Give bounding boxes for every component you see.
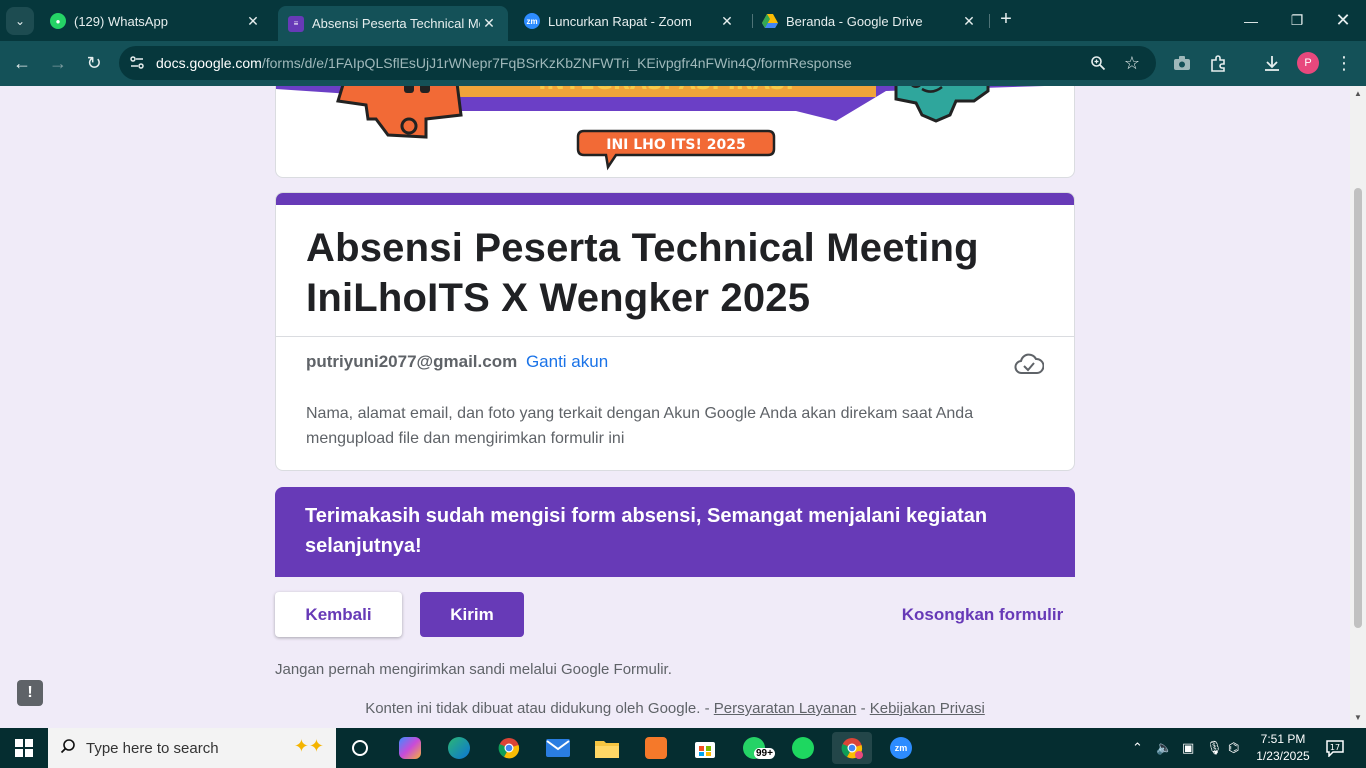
clock-date: 1/23/2025 <box>1256 749 1310 763</box>
tab-title: (129) WhatsApp <box>74 13 168 29</box>
copilot-icon[interactable] <box>390 732 430 764</box>
tab-drive[interactable]: Beranda - Google Drive ✕ <box>752 6 988 36</box>
microphone-icon[interactable]: 🎙 <box>1206 728 1223 768</box>
file-explorer-icon[interactable] <box>587 732 627 764</box>
tab-search-button[interactable]: ⌄ <box>6 6 34 35</box>
extensions-icon[interactable] <box>1206 51 1230 75</box>
close-tab-icon[interactable]: ✕ <box>960 13 978 30</box>
scrollbar-thumb[interactable] <box>1354 188 1362 628</box>
forward-arrow-icon[interactable]: → <box>44 49 72 77</box>
footer-disclaimer: Konten ini tidak dibuat atau didukung ol… <box>365 700 710 717</box>
footer: Konten ini tidak dibuat atau didukung ol… <box>0 700 1350 717</box>
banner-illustration: INTEGRASI ASPIRASI INI LHO ITS! 2025 <box>276 86 1045 171</box>
password-warning: Jangan pernah mengirimkan sandi melalui … <box>275 661 672 678</box>
browser-toolbar: ← → ↻ docs.google.com/forms/d/e/1FAIpQLS… <box>0 41 1366 86</box>
camera-icon[interactable] <box>1170 51 1194 75</box>
url-text[interactable]: docs.google.com/forms/d/e/1FAIpQLSflEsUj… <box>156 55 852 71</box>
close-window-icon[interactable]: ✕ <box>1320 0 1366 41</box>
svg-text:17: 17 <box>1330 743 1340 752</box>
url-path: /forms/d/e/1FAIpQLSflEsUjJ1rWNepr7FqBSrK… <box>261 55 852 71</box>
form-title: Absensi Peserta Technical Meeting IniLho… <box>306 226 979 320</box>
windows-taskbar: Type here to search ✦✦ 99+ zm ⌃ 🔈 ▣ 🎙 ⌬ <box>0 728 1366 768</box>
cloud-saved-icon <box>1014 353 1045 377</box>
taskbar-search[interactable]: Type here to search ✦✦ <box>48 728 336 768</box>
tab-separator <box>989 14 990 28</box>
clock-time: 7:51 PM <box>1260 732 1306 746</box>
zoom-lens-icon[interactable] <box>1087 52 1109 74</box>
minimize-icon[interactable]: — <box>1228 0 1274 41</box>
switch-account-link[interactable]: Ganti akun <box>526 352 608 371</box>
close-tab-icon[interactable]: ✕ <box>480 15 498 32</box>
search-icon <box>60 738 76 759</box>
mail-icon[interactable] <box>538 732 578 764</box>
privacy-link[interactable]: Kebijakan Privasi <box>870 700 985 717</box>
back-arrow-icon[interactable]: ← <box>8 49 36 77</box>
svg-text:INTEGRASI ASPIRASI: INTEGRASI ASPIRASI <box>538 86 794 95</box>
google-drive-icon <box>762 13 778 29</box>
store-icon[interactable] <box>685 732 725 764</box>
search-placeholder: Type here to search <box>86 739 219 757</box>
reload-icon[interactable]: ↻ <box>80 49 108 77</box>
address-bar[interactable]: docs.google.com/forms/d/e/1FAIpQLSflEsUj… <box>119 46 1156 80</box>
whatsapp-taskbar-icon[interactable]: 99+ <box>734 732 775 764</box>
submit-button[interactable]: Kirim <box>420 592 524 637</box>
close-tab-icon[interactable]: ✕ <box>718 13 736 30</box>
task-view-icon[interactable] <box>340 732 380 764</box>
edge-icon[interactable] <box>439 732 479 764</box>
show-hidden-icons-icon[interactable]: ⌃ <box>1132 728 1143 768</box>
back-button[interactable]: Kembali <box>275 592 402 637</box>
account-row: putriyuni2077@gmail.com Ganti akun <box>306 352 608 372</box>
confirmation-message: Terimakasih sudah mengisi form absensi, … <box>275 487 1075 577</box>
scroll-up-icon[interactable]: ▲ <box>1354 90 1362 98</box>
clear-form-button[interactable]: Kosongkan formulir <box>890 592 1075 637</box>
form-title-card: Absensi Peserta Technical Meeting IniLho… <box>275 192 1075 471</box>
sparkle-icon: ✦✦ <box>293 736 324 756</box>
browser-tab-strip: ⌄ ● (129) WhatsApp ✕ ≡ Absensi Peserta T… <box>0 0 1366 41</box>
banner-badge-text: INI LHO ITS! 2025 <box>606 137 746 153</box>
network-icon[interactable]: ⌬ <box>1228 728 1239 768</box>
tab-zoom[interactable]: zm Luncurkan Rapat - Zoom ✕ <box>514 6 746 36</box>
new-tab-icon[interactable]: + <box>996 9 1016 30</box>
meet-now-icon[interactable]: ▣ <box>1182 728 1194 768</box>
tab-forms[interactable]: ≡ Absensi Peserta Technical Meeti ✕ <box>278 6 508 41</box>
tab-title: Beranda - Google Drive <box>786 13 923 29</box>
spotify-icon[interactable] <box>783 732 823 764</box>
zoom-icon: zm <box>524 13 540 29</box>
page-scrollbar[interactable]: ▲ ▼ <box>1350 86 1366 728</box>
privacy-notice: Nama, alamat email, dan foto yang terkai… <box>306 405 974 447</box>
menu-kebab-icon[interactable]: ⋮ <box>1332 51 1356 75</box>
system-clock[interactable]: 7:51 PM 1/23/2025 <box>1252 731 1314 765</box>
scroll-down-icon[interactable]: ▼ <box>1354 714 1362 722</box>
terms-link[interactable]: Persyaratan Layanan <box>714 700 857 717</box>
report-issue-icon[interactable]: ! <box>17 680 43 706</box>
site-info-icon[interactable] <box>122 48 152 78</box>
page-viewport: INTEGRASI ASPIRASI INI LHO ITS! 2025 <box>0 86 1350 728</box>
tab-whatsapp[interactable]: ● (129) WhatsApp ✕ <box>40 6 272 36</box>
whatsapp-icon: ● <box>50 13 66 29</box>
account-email: putriyuni2077@gmail.com <box>306 352 518 371</box>
tab-title: Absensi Peserta Technical Meeti <box>312 16 480 31</box>
divider <box>276 336 1074 337</box>
url-host: docs.google.com <box>156 55 262 71</box>
header-banner-card: INTEGRASI ASPIRASI INI LHO ITS! 2025 <box>275 86 1075 178</box>
card-accent-bar <box>276 193 1074 205</box>
profile-avatar[interactable]: P <box>1297 52 1319 74</box>
zoom-taskbar-icon[interactable]: zm <box>881 732 921 764</box>
xampp-icon[interactable] <box>636 732 676 764</box>
chrome-icon[interactable] <box>489 732 529 764</box>
chrome-profile-icon[interactable] <box>832 732 872 764</box>
google-forms-icon: ≡ <box>288 15 304 32</box>
download-icon[interactable] <box>1260 51 1284 75</box>
volume-icon[interactable]: 🔈 <box>1156 728 1172 768</box>
footer-separator: - <box>860 700 866 717</box>
whatsapp-unread-badge: 99+ <box>754 748 775 759</box>
restore-icon[interactable]: ❐ <box>1274 0 1320 41</box>
close-tab-icon[interactable]: ✕ <box>244 13 262 30</box>
tab-title: Luncurkan Rapat - Zoom <box>548 13 692 29</box>
windows-start-icon[interactable] <box>0 728 48 768</box>
notification-center-icon[interactable]: 17 <box>1324 737 1346 759</box>
bookmark-star-icon[interactable]: ☆ <box>1121 52 1143 74</box>
